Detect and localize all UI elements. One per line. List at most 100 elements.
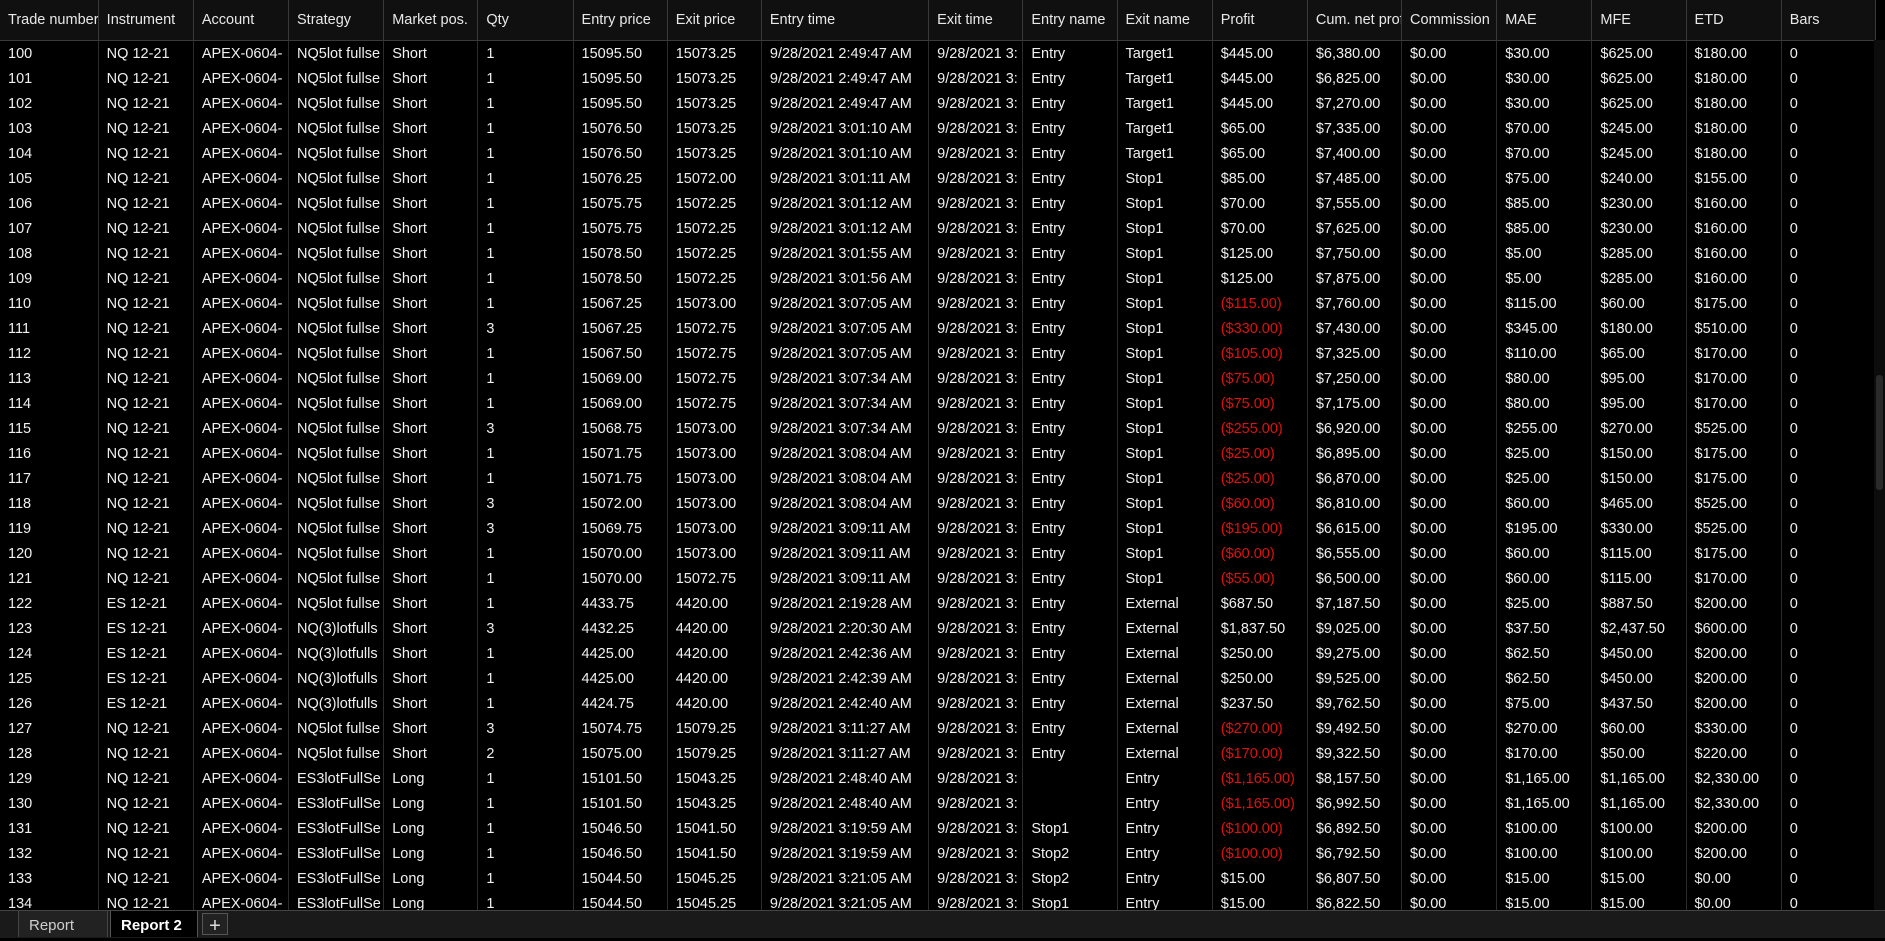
table-cell: 120 bbox=[0, 541, 99, 566]
table-cell: Entry bbox=[1022, 141, 1118, 166]
table-row[interactable]: 131 NQ 12-21 APEX-0604- ES3lotFullSe Long 1 15… bbox=[0, 816, 1877, 841]
table-row[interactable]: 123 ES 12-21 APEX-0604- NQ(3)lotfulls Short 3… bbox=[0, 616, 1877, 641]
column-header[interactable]: MFE bbox=[1591, 0, 1687, 41]
table-cell: NQ 12-21 bbox=[98, 341, 194, 366]
table-row[interactable]: 120 NQ 12-21 APEX-0604- NQ5lot fullse Short 1… bbox=[0, 541, 1877, 566]
table-cell: $0.00 bbox=[1401, 541, 1498, 566]
column-header[interactable]: Commission bbox=[1401, 0, 1498, 41]
column-header[interactable]: Account bbox=[193, 0, 290, 41]
column-header[interactable]: Trade number bbox=[0, 0, 99, 41]
table-cell: $0.00 bbox=[1401, 741, 1498, 766]
table-row[interactable]: 130 NQ 12-21 APEX-0604- ES3lotFullSe Long 1 15… bbox=[0, 791, 1877, 816]
table-cell: Entry bbox=[1022, 366, 1118, 391]
table-cell: APEX-0604- bbox=[193, 141, 290, 166]
table-cell: $125.00 bbox=[1212, 266, 1308, 291]
table-row[interactable]: 127 NQ 12-21 APEX-0604- NQ5lot fullse Short 3… bbox=[0, 716, 1877, 741]
table-cell: Stop1 bbox=[1117, 166, 1213, 191]
table-cell: $175.00 bbox=[1686, 466, 1782, 491]
table-row[interactable]: 126 ES 12-21 APEX-0604- NQ(3)lotfulls Short 1… bbox=[0, 691, 1877, 716]
table-cell: 0 bbox=[1781, 816, 1877, 841]
table-cell: ($105.00) bbox=[1212, 341, 1308, 366]
table-row[interactable]: 113 NQ 12-21 APEX-0604- NQ5lot fullse Short 1… bbox=[0, 366, 1877, 391]
table-cell: NQ 12-21 bbox=[98, 566, 194, 591]
table-cell: $180.00 bbox=[1686, 91, 1782, 116]
table-cell: $0.00 bbox=[1401, 216, 1498, 241]
table-cell: 4425.00 bbox=[573, 641, 668, 666]
table-row[interactable]: 106 NQ 12-21 APEX-0604- NQ5lot fullse Short 1… bbox=[0, 191, 1877, 216]
table-row[interactable]: 115 NQ 12-21 APEX-0604- NQ5lot fullse Short 3… bbox=[0, 416, 1877, 441]
table-row[interactable]: 100 NQ 12-21 APEX-0604- NQ5lot fullse Short 1… bbox=[0, 40, 1877, 66]
column-header[interactable]: Market pos. bbox=[383, 0, 479, 41]
column-header[interactable]: Entry name bbox=[1022, 0, 1118, 41]
table-row[interactable]: 134 NQ 12-21 APEX-0604- ES3lotFullSe Long 1 15… bbox=[0, 891, 1877, 910]
add-tab-button[interactable]: + bbox=[202, 913, 228, 937]
table-row[interactable]: 111 NQ 12-21 APEX-0604- NQ5lot fullse Short 3… bbox=[0, 316, 1877, 341]
table-cell: 15095.50 bbox=[573, 40, 668, 66]
table-row[interactable]: 108 NQ 12-21 APEX-0604- NQ5lot fullse Short 1… bbox=[0, 241, 1877, 266]
table-row[interactable]: 118 NQ 12-21 APEX-0604- NQ5lot fullse Short 3… bbox=[0, 491, 1877, 516]
table-row[interactable]: 103 NQ 12-21 APEX-0604- NQ5lot fullse Short 1… bbox=[0, 116, 1877, 141]
column-header[interactable]: MAE bbox=[1496, 0, 1593, 41]
column-header[interactable]: Exit price bbox=[667, 0, 762, 41]
table-cell: 0 bbox=[1781, 866, 1877, 891]
table-cell: $6,870.00 bbox=[1307, 466, 1403, 491]
table-cell: 0 bbox=[1781, 191, 1877, 216]
table-row[interactable]: 124 ES 12-21 APEX-0604- NQ(3)lotfulls Short 1… bbox=[0, 641, 1877, 666]
table-row[interactable]: 119 NQ 12-21 APEX-0604- NQ5lot fullse Short 3… bbox=[0, 516, 1877, 541]
table-cell: 15072.00 bbox=[573, 491, 668, 516]
table-row[interactable]: 101 NQ 12-21 APEX-0604- NQ5lot fullse Short 1… bbox=[0, 66, 1877, 91]
table-row[interactable]: 114 NQ 12-21 APEX-0604- NQ5lot fullse Short 1… bbox=[0, 391, 1877, 416]
trades-grid[interactable]: Trade number Instrument Account Strategy Mar… bbox=[0, 0, 1885, 910]
tab-report[interactable]: Report bbox=[18, 911, 108, 937]
column-header[interactable]: Entry time bbox=[761, 0, 930, 41]
table-cell: ES3lotFullSe bbox=[288, 816, 385, 841]
table-row[interactable]: 107 NQ 12-21 APEX-0604- NQ5lot fullse Short 1… bbox=[0, 216, 1877, 241]
table-row[interactable]: 105 NQ 12-21 APEX-0604- NQ5lot fullse Short 1… bbox=[0, 166, 1877, 191]
table-cell: 9/28/2021 3:09:11 AM bbox=[761, 541, 930, 566]
table-cell: 9/28/2021 3: bbox=[928, 741, 1024, 766]
table-row[interactable]: 132 NQ 12-21 APEX-0604- ES3lotFullSe Long 1 15… bbox=[0, 841, 1877, 866]
table-cell: APEX-0604- bbox=[193, 541, 290, 566]
table-cell: NQ(3)lotfulls bbox=[288, 666, 385, 691]
column-header[interactable]: Strategy bbox=[288, 0, 385, 41]
column-header[interactable]: Profit bbox=[1212, 0, 1308, 41]
table-cell: 15072.75 bbox=[667, 366, 762, 391]
table-row[interactable]: 122 ES 12-21 APEX-0604- NQ5lot fullse Short 1… bbox=[0, 591, 1877, 616]
table-row[interactable]: 128 NQ 12-21 APEX-0604- NQ5lot fullse Short 2… bbox=[0, 741, 1877, 766]
column-header[interactable]: Cum. net profit bbox=[1307, 0, 1403, 41]
column-header[interactable]: Exit time bbox=[928, 0, 1024, 41]
table-cell: $30.00 bbox=[1496, 40, 1593, 66]
table-row[interactable]: 121 NQ 12-21 APEX-0604- NQ5lot fullse Short 1… bbox=[0, 566, 1877, 591]
table-row[interactable]: 116 NQ 12-21 APEX-0604- NQ5lot fullse Short 1… bbox=[0, 441, 1877, 466]
table-row[interactable]: 102 NQ 12-21 APEX-0604- NQ5lot fullse Short 1… bbox=[0, 91, 1877, 116]
table-cell: $200.00 bbox=[1686, 666, 1782, 691]
table-row[interactable]: 133 NQ 12-21 APEX-0604- ES3lotFullSe Long 1 15… bbox=[0, 866, 1877, 891]
table-cell: 15075.75 bbox=[573, 191, 668, 216]
tab-report-2[interactable]: Report 2 bbox=[110, 911, 198, 937]
column-header[interactable]: Bars bbox=[1781, 0, 1877, 41]
table-cell: Entry bbox=[1022, 191, 1118, 216]
table-row[interactable]: 117 NQ 12-21 APEX-0604- NQ5lot fullse Short 1… bbox=[0, 466, 1877, 491]
table-row[interactable]: 109 NQ 12-21 APEX-0604- NQ5lot fullse Short 1… bbox=[0, 266, 1877, 291]
table-cell: ($75.00) bbox=[1212, 366, 1308, 391]
scrollbar-thumb[interactable] bbox=[1876, 375, 1883, 490]
column-header[interactable]: Instrument bbox=[98, 0, 194, 41]
table-cell: Short bbox=[383, 166, 479, 191]
table-row[interactable]: 112 NQ 12-21 APEX-0604- NQ5lot fullse Short 1… bbox=[0, 341, 1877, 366]
table-row[interactable]: 104 NQ 12-21 APEX-0604- NQ5lot fullse Short 1… bbox=[0, 141, 1877, 166]
vertical-scrollbar[interactable] bbox=[1874, 40, 1885, 910]
table-cell: Entry bbox=[1022, 591, 1118, 616]
table-cell: ($115.00) bbox=[1212, 291, 1308, 316]
table-row[interactable]: 125 ES 12-21 APEX-0604- NQ(3)lotfulls Short 1… bbox=[0, 666, 1877, 691]
table-row[interactable]: 110 NQ 12-21 APEX-0604- NQ5lot fullse Short 1… bbox=[0, 291, 1877, 316]
column-header[interactable]: Qty bbox=[477, 0, 574, 41]
table-row[interactable]: 129 NQ 12-21 APEX-0604- ES3lotFullSe Long 1 15… bbox=[0, 766, 1877, 791]
table-cell: 15073.00 bbox=[667, 466, 762, 491]
table-cell: $200.00 bbox=[1686, 641, 1782, 666]
column-header[interactable]: Entry price bbox=[573, 0, 668, 41]
table-cell: $0.00 bbox=[1401, 516, 1498, 541]
column-header[interactable]: ETD bbox=[1686, 0, 1782, 41]
table-cell: 15073.00 bbox=[667, 541, 762, 566]
column-header[interactable]: Exit name bbox=[1117, 0, 1213, 41]
table-cell: NQ5lot fullse bbox=[288, 341, 385, 366]
